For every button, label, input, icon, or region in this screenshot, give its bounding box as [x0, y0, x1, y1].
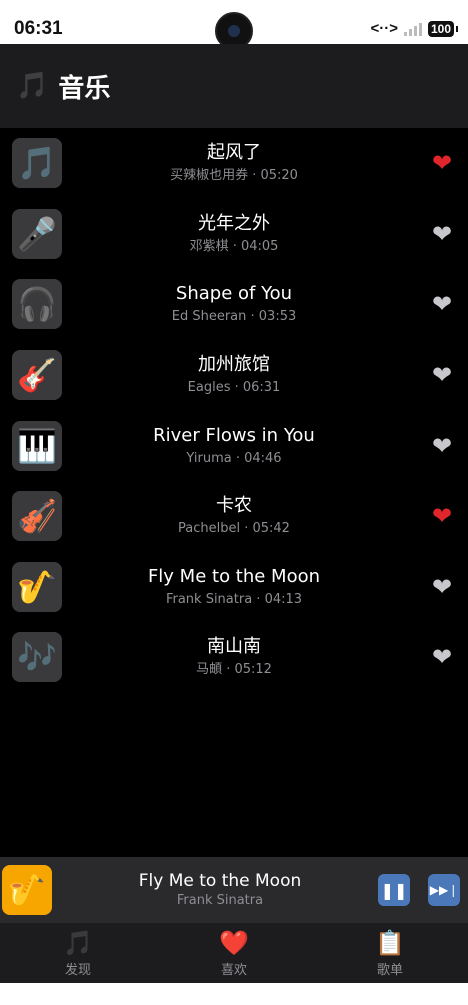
pause-button[interactable]: ❚❚	[378, 874, 410, 906]
status-time: 06:31	[14, 18, 63, 39]
home-indicator-area	[0, 983, 468, 1005]
guitar-icon: 🎸	[12, 350, 62, 401]
song-subtitle: 邓紫棋 · 04:05	[189, 238, 279, 254]
song-title: 南山南	[207, 636, 261, 658]
heart-icon[interactable]: ❤	[428, 432, 456, 460]
next-track-icon: ▶▶❘	[429, 883, 459, 897]
tab-favorites[interactable]: ❤️ 喜欢	[156, 923, 312, 983]
song-item[interactable]: 🎸 加州旅馆 Eagles · 06:31 ❤	[0, 340, 468, 411]
song-subtitle: Eagles · 06:31	[187, 380, 281, 396]
song-title: 加州旅馆	[198, 354, 270, 376]
song-title: Shape of You	[175, 283, 293, 305]
signal-icon	[403, 22, 422, 36]
heart-icon: ❤️	[219, 928, 249, 957]
microphone-icon: 🎤	[12, 208, 62, 259]
heart-icon[interactable]: ❤	[428, 643, 456, 671]
now-playing-artist: Frank Sinatra	[176, 893, 264, 908]
page-title: 音乐	[58, 73, 111, 104]
violin-icon: 🎻	[12, 491, 62, 542]
heart-icon[interactable]: ❤	[428, 220, 456, 248]
heart-icon[interactable]: ❤	[428, 502, 456, 530]
song-title: 卡农	[216, 495, 252, 517]
saxophone-icon: 🎷	[12, 561, 62, 612]
heart-icon[interactable]: ❤	[428, 290, 456, 318]
song-title: 起风了	[207, 142, 261, 164]
song-subtitle: Frank Sinatra · 04:13	[165, 591, 303, 607]
now-playing-meta: Fly Me to the Moon Frank Sinatra	[70, 870, 370, 910]
battery-icon: 100	[427, 20, 459, 37]
song-subtitle: Pachelbel · 05:42	[178, 521, 290, 537]
song-meta: 南山南 马頔 · 05:12	[70, 635, 398, 679]
now-playing-title: Fly Me to the Moon	[138, 871, 302, 891]
tab-label: 歌单	[376, 962, 403, 978]
song-item[interactable]: 🎵 起风了 买辣椒也用券 · 05:20 ❤	[0, 128, 468, 199]
song-subtitle: 马頔 · 05:12	[196, 662, 272, 678]
song-item[interactable]: 🎤 光年之外 邓紫棋 · 04:05 ❤	[0, 199, 468, 270]
saxophone-icon: 🎷	[2, 865, 52, 915]
music-note-icon: 🎵	[63, 928, 93, 957]
mini-player[interactable]: 🎷 Fly Me to the Moon Frank Sinatra ❚❚ ▶▶…	[0, 857, 468, 923]
song-meta: Fly Me to the Moon Frank Sinatra · 04:13	[70, 565, 398, 609]
song-title: River Flows in You	[153, 424, 315, 446]
song-subtitle: Yiruma · 04:46	[186, 450, 282, 466]
tab-label: 发现	[64, 962, 91, 978]
song-meta: 卡农 Pachelbel · 05:42	[70, 494, 398, 538]
song-subtitle: 买辣椒也用券 · 05:20	[170, 168, 298, 184]
tab-playlists[interactable]: 📋 歌单	[312, 923, 468, 983]
status-bar: 06:31 <··> 100	[0, 0, 468, 50]
song-item[interactable]: 🎻 卡农 Pachelbel · 05:42 ❤	[0, 481, 468, 552]
song-item[interactable]: 🎹 River Flows in You Yiruma · 04:46 ❤	[0, 410, 468, 481]
music-notes-icon: 🎵	[16, 71, 49, 101]
music-notes-icon: 🎶	[12, 632, 62, 683]
song-meta: 光年之外 邓紫棋 · 04:05	[70, 212, 398, 256]
song-list: 🎵 起风了 买辣椒也用券 · 05:20 ❤ 🎤 光年之外 邓紫棋 · 04:0…	[0, 128, 468, 693]
network-activity-icon: <··>	[370, 20, 398, 37]
tab-discover[interactable]: 🎵 发现	[0, 923, 156, 983]
pause-icon: ❚❚	[380, 880, 408, 900]
song-item[interactable]: 🎷 Fly Me to the Moon Frank Sinatra · 04:…	[0, 552, 468, 623]
app-header: 🎵 音乐	[0, 44, 468, 128]
heart-icon[interactable]: ❤	[428, 149, 456, 177]
song-meta: 起风了 买辣椒也用券 · 05:20	[70, 141, 398, 185]
heart-icon[interactable]: ❤	[428, 361, 456, 389]
clipboard-icon: 📋	[375, 928, 405, 957]
status-icons: <··> 100	[370, 20, 459, 37]
song-meta: River Flows in You Yiruma · 04:46	[70, 424, 398, 468]
song-meta: 加州旅馆 Eagles · 06:31	[70, 353, 398, 397]
piano-icon: 🎹	[12, 420, 62, 471]
musical-note-icon: 🎵	[12, 138, 62, 189]
song-item[interactable]: 🎧 Shape of You Ed Sheeran · 03:53 ❤	[0, 269, 468, 340]
song-subtitle: Ed Sheeran · 03:53	[171, 309, 297, 325]
next-button[interactable]: ▶▶❘	[428, 874, 460, 906]
headphones-icon: 🎧	[12, 279, 62, 330]
song-item[interactable]: 🎶 南山南 马頔 · 05:12 ❤	[0, 622, 468, 693]
song-title: 光年之外	[198, 212, 270, 234]
song-title: Fly Me to the Moon	[147, 565, 321, 587]
song-meta: Shape of You Ed Sheeran · 03:53	[70, 282, 398, 326]
heart-icon[interactable]: ❤	[428, 573, 456, 601]
tab-bar: 🎵 发现 ❤️ 喜欢 📋 歌单	[0, 923, 468, 983]
tab-label: 喜欢	[220, 962, 247, 978]
